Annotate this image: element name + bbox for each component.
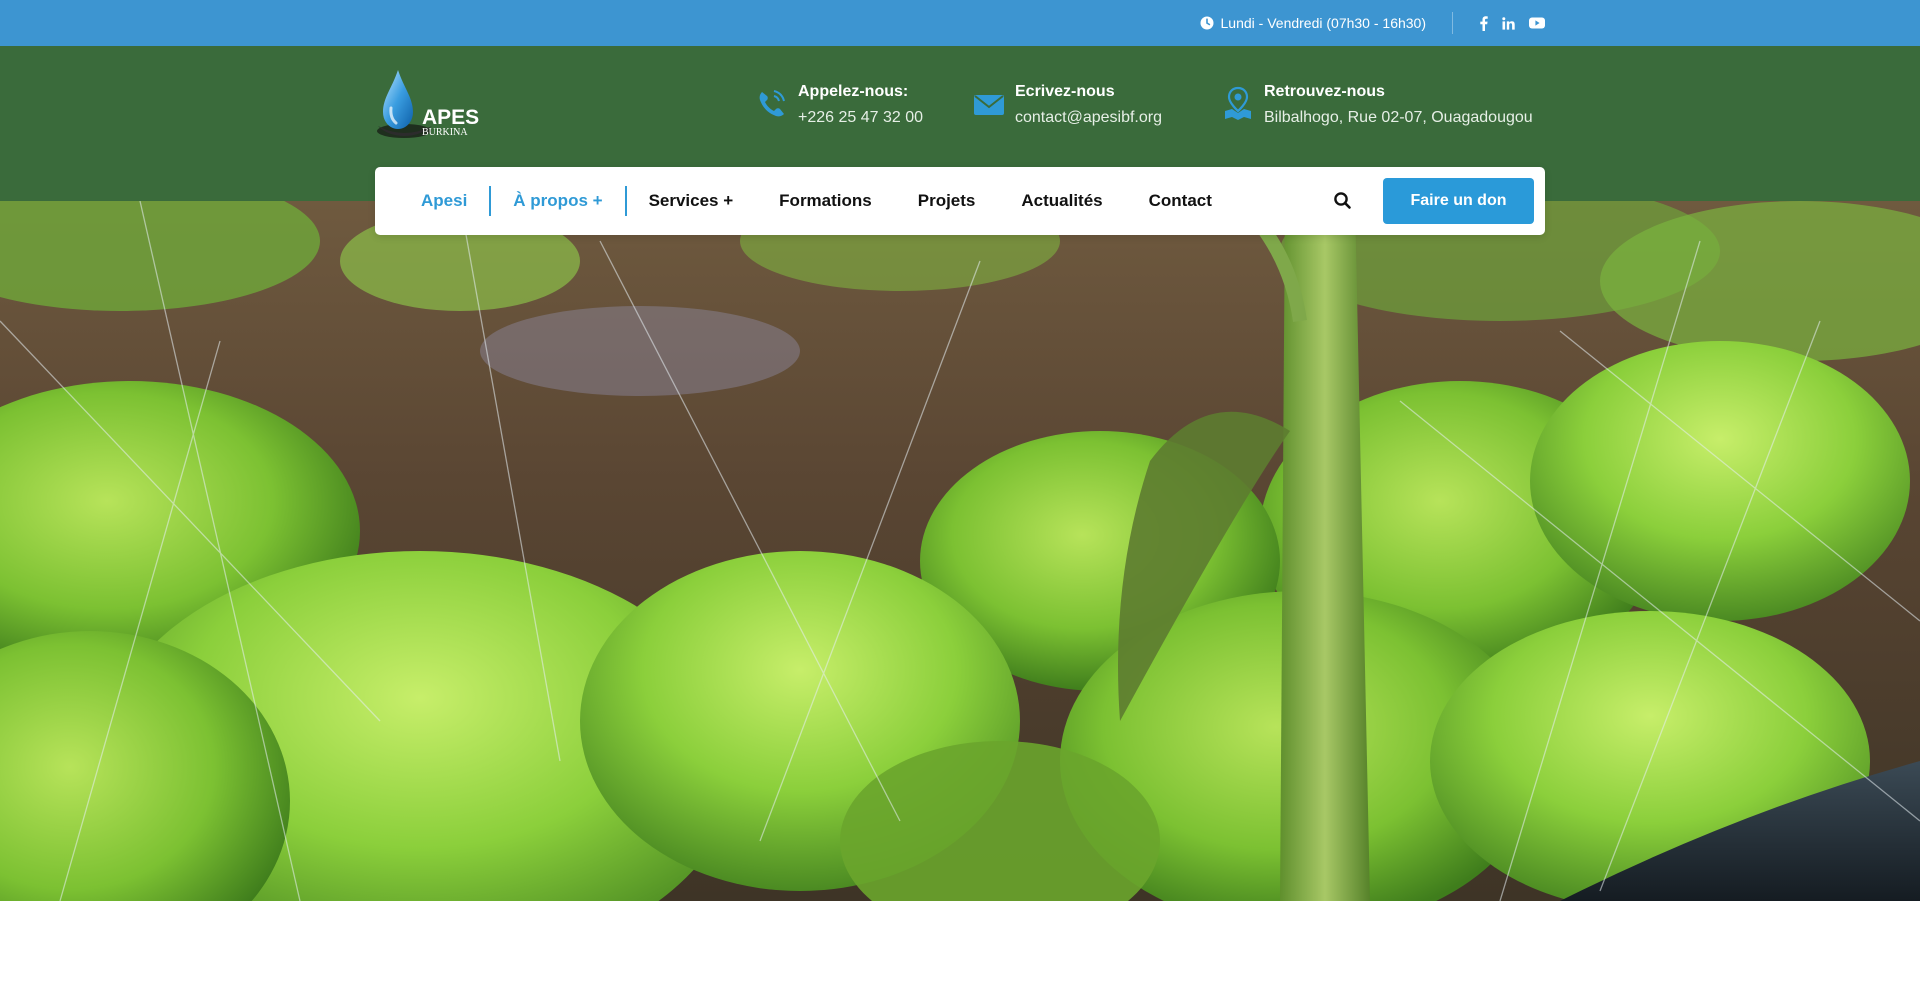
hero-image [0,201,1920,901]
search-icon[interactable] [1332,190,1354,212]
contact-phone-value[interactable]: +226 25 47 32 00 [798,108,923,128]
nav-item-actualites[interactable]: Actualités [1021,191,1102,211]
contact-location-title: Retrouvez-nous [1264,83,1385,100]
phone-icon [756,86,788,120]
contact-email-value[interactable]: contact@apesibf.org [1015,108,1162,128]
contact-phone-title: Appelez-nous: [798,83,909,100]
contact-email: Ecrivez-nous contact@apesibf.org [973,82,1162,128]
nav-item-services[interactable]: Services + [649,191,734,211]
nav-item-formations[interactable]: Formations [779,191,872,211]
nav-divider [624,186,627,216]
nav-item-a-propos[interactable]: À propos + [513,191,602,211]
contact-location: Retrouvez-nous Bilbalhogo, Rue 02-07, Ou… [1222,82,1533,128]
clock-icon [1200,16,1214,30]
lettuce-field-photo [0,201,1920,901]
donate-button[interactable]: Faire un don [1383,178,1534,224]
nav-item-projets[interactable]: Projets [918,191,976,211]
social-links [1479,15,1545,31]
nav-item-apesi[interactable]: Apesi [421,191,467,211]
contact-location-value: Bilbalhogo, Rue 02-07, Ouagadougou [1264,109,1533,126]
top-bar: Lundi - Vendredi (07h30 - 16h30) [0,0,1920,46]
logo-wordmark: APESI [422,106,480,129]
site-logo[interactable]: APESI BURKINA [374,68,485,144]
youtube-icon[interactable] [1529,17,1545,29]
top-bar-content: Lundi - Vendredi (07h30 - 16h30) [1200,0,1545,46]
logo-subtitle: BURKINA [422,127,468,138]
linkedin-icon[interactable] [1502,16,1515,30]
contact-email-title: Ecrivez-nous [1015,83,1115,100]
location-icon [1222,86,1254,120]
nav-item-contact[interactable]: Contact [1149,191,1212,211]
opening-hours-text: Lundi - Vendredi (07h30 - 16h30) [1220,15,1426,31]
mail-icon [973,86,1005,120]
opening-hours: Lundi - Vendredi (07h30 - 16h30) [1200,15,1426,31]
facebook-icon[interactable] [1479,15,1488,31]
nav-divider [489,186,492,216]
divider [1452,12,1453,34]
contact-phone: Appelez-nous: +226 25 47 32 00 [756,82,923,128]
main-navigation: Apesi À propos + Services + Formations P… [375,167,1545,235]
nav-menu: Apesi À propos + Services + Formations P… [421,167,1212,235]
